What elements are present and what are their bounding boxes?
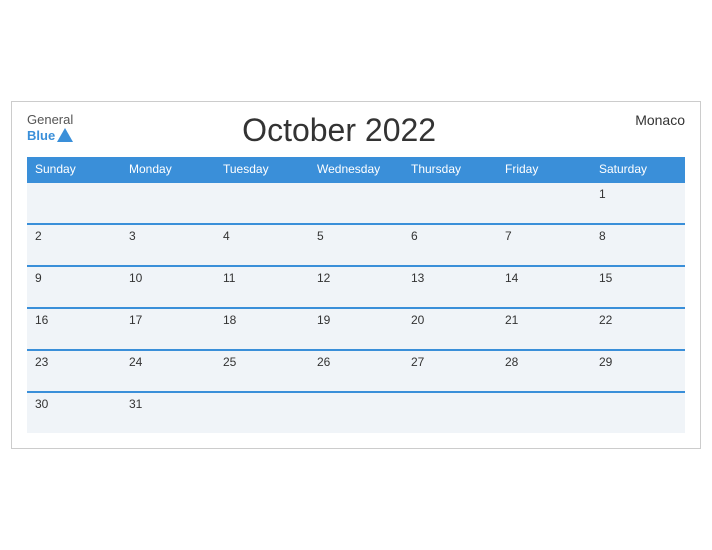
day-cell: 22 bbox=[591, 308, 685, 350]
day-cell: 28 bbox=[497, 350, 591, 392]
logo: General Blue bbox=[27, 112, 73, 143]
day-cell: 23 bbox=[27, 350, 121, 392]
week-row-4: 23242526272829 bbox=[27, 350, 685, 392]
day-cell: 19 bbox=[309, 308, 403, 350]
day-cell: 26 bbox=[309, 350, 403, 392]
day-header-tuesday: Tuesday bbox=[215, 157, 309, 182]
logo-triangle-icon bbox=[57, 128, 73, 142]
day-header-saturday: Saturday bbox=[591, 157, 685, 182]
day-cell: 10 bbox=[121, 266, 215, 308]
day-header-monday: Monday bbox=[121, 157, 215, 182]
day-cell: 4 bbox=[215, 224, 309, 266]
day-cell bbox=[309, 392, 403, 433]
day-cell bbox=[27, 182, 121, 224]
day-cell: 21 bbox=[497, 308, 591, 350]
day-cell: 9 bbox=[27, 266, 121, 308]
day-cell: 16 bbox=[27, 308, 121, 350]
day-header-thursday: Thursday bbox=[403, 157, 497, 182]
week-row-2: 9101112131415 bbox=[27, 266, 685, 308]
logo-general-text: General bbox=[27, 112, 73, 128]
day-cell: 11 bbox=[215, 266, 309, 308]
calendar-body: 1234567891011121314151617181920212223242… bbox=[27, 182, 685, 433]
day-cell: 12 bbox=[309, 266, 403, 308]
day-cell: 1 bbox=[591, 182, 685, 224]
calendar-table: SundayMondayTuesdayWednesdayThursdayFrid… bbox=[27, 157, 685, 433]
days-header-row: SundayMondayTuesdayWednesdayThursdayFrid… bbox=[27, 157, 685, 182]
day-cell bbox=[121, 182, 215, 224]
day-cell bbox=[591, 392, 685, 433]
day-cell bbox=[309, 182, 403, 224]
day-header-friday: Friday bbox=[497, 157, 591, 182]
day-cell: 29 bbox=[591, 350, 685, 392]
logo-blue-text: Blue bbox=[27, 128, 55, 144]
week-row-1: 2345678 bbox=[27, 224, 685, 266]
day-cell: 6 bbox=[403, 224, 497, 266]
day-cell bbox=[215, 182, 309, 224]
week-row-5: 3031 bbox=[27, 392, 685, 433]
calendar-title: October 2022 bbox=[73, 112, 605, 149]
day-header-wednesday: Wednesday bbox=[309, 157, 403, 182]
day-cell bbox=[403, 392, 497, 433]
day-cell: 14 bbox=[497, 266, 591, 308]
day-cell bbox=[215, 392, 309, 433]
day-cell: 2 bbox=[27, 224, 121, 266]
day-cell: 17 bbox=[121, 308, 215, 350]
week-row-3: 16171819202122 bbox=[27, 308, 685, 350]
day-cell: 5 bbox=[309, 224, 403, 266]
day-cell: 18 bbox=[215, 308, 309, 350]
day-cell: 3 bbox=[121, 224, 215, 266]
day-cell: 24 bbox=[121, 350, 215, 392]
calendar-country: Monaco bbox=[605, 112, 685, 128]
day-cell bbox=[497, 392, 591, 433]
day-cell: 25 bbox=[215, 350, 309, 392]
day-cell bbox=[497, 182, 591, 224]
day-cell: 8 bbox=[591, 224, 685, 266]
day-cell: 27 bbox=[403, 350, 497, 392]
calendar-container: General Blue October 2022 Monaco SundayM… bbox=[11, 101, 701, 449]
day-cell: 30 bbox=[27, 392, 121, 433]
day-cell: 7 bbox=[497, 224, 591, 266]
day-cell bbox=[403, 182, 497, 224]
day-cell: 13 bbox=[403, 266, 497, 308]
week-row-0: 1 bbox=[27, 182, 685, 224]
day-cell: 15 bbox=[591, 266, 685, 308]
calendar-thead: SundayMondayTuesdayWednesdayThursdayFrid… bbox=[27, 157, 685, 182]
calendar-header: General Blue October 2022 Monaco bbox=[27, 112, 685, 149]
day-cell: 31 bbox=[121, 392, 215, 433]
day-header-sunday: Sunday bbox=[27, 157, 121, 182]
day-cell: 20 bbox=[403, 308, 497, 350]
